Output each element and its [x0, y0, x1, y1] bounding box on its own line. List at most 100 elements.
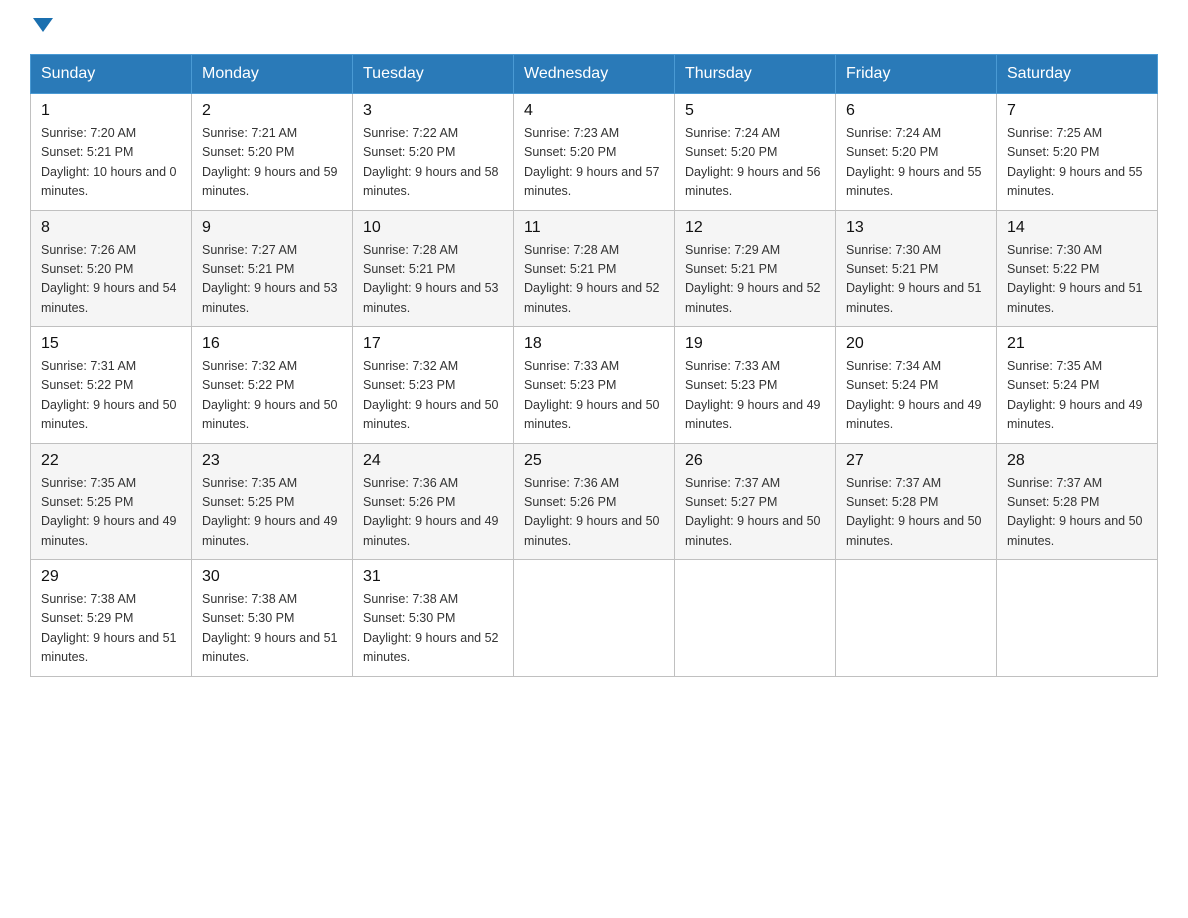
calendar-cell: 27 Sunrise: 7:37 AMSunset: 5:28 PMDayligh…	[836, 443, 997, 560]
day-number: 22	[41, 452, 181, 470]
day-info: Sunrise: 7:33 AMSunset: 5:23 PMDaylight:…	[685, 357, 825, 435]
calendar-cell	[514, 560, 675, 677]
calendar-cell: 24 Sunrise: 7:36 AMSunset: 5:26 PMDayligh…	[353, 443, 514, 560]
day-info: Sunrise: 7:21 AMSunset: 5:20 PMDaylight:…	[202, 124, 342, 202]
day-number: 12	[685, 219, 825, 237]
day-number: 6	[846, 102, 986, 120]
calendar-cell: 16 Sunrise: 7:32 AMSunset: 5:22 PMDayligh…	[192, 327, 353, 444]
day-info: Sunrise: 7:27 AMSunset: 5:21 PMDaylight:…	[202, 241, 342, 319]
day-info: Sunrise: 7:30 AMSunset: 5:21 PMDaylight:…	[846, 241, 986, 319]
day-info: Sunrise: 7:35 AMSunset: 5:25 PMDaylight:…	[202, 474, 342, 552]
column-header-tuesday: Tuesday	[353, 55, 514, 94]
page-header	[30, 20, 1158, 34]
calendar-cell: 3 Sunrise: 7:22 AMSunset: 5:20 PMDaylight…	[353, 94, 514, 211]
day-number: 1	[41, 102, 181, 120]
day-info: Sunrise: 7:35 AMSunset: 5:24 PMDaylight:…	[1007, 357, 1147, 435]
day-info: Sunrise: 7:33 AMSunset: 5:23 PMDaylight:…	[524, 357, 664, 435]
day-number: 29	[41, 568, 181, 586]
day-number: 19	[685, 335, 825, 353]
day-number: 5	[685, 102, 825, 120]
day-number: 25	[524, 452, 664, 470]
day-info: Sunrise: 7:34 AMSunset: 5:24 PMDaylight:…	[846, 357, 986, 435]
day-number: 27	[846, 452, 986, 470]
day-number: 24	[363, 452, 503, 470]
day-number: 21	[1007, 335, 1147, 353]
calendar-table: SundayMondayTuesdayWednesdayThursdayFrid…	[30, 54, 1158, 677]
day-info: Sunrise: 7:20 AMSunset: 5:21 PMDaylight:…	[41, 124, 181, 202]
calendar-week-row: 22 Sunrise: 7:35 AMSunset: 5:25 PMDayligh…	[31, 443, 1158, 560]
calendar-cell: 28Sunrise: 7:37 AMSunset: 5:28 PMDayligh…	[997, 443, 1158, 560]
day-info: Sunrise: 7:38 AMSunset: 5:30 PMDaylight:…	[202, 590, 342, 668]
day-number: 31	[363, 568, 503, 586]
calendar-cell: 12 Sunrise: 7:29 AMSunset: 5:21 PMDayligh…	[675, 210, 836, 327]
calendar-cell: 14 Sunrise: 7:30 AMSunset: 5:22 PMDayligh…	[997, 210, 1158, 327]
calendar-cell	[997, 560, 1158, 677]
calendar-week-row: 1 Sunrise: 7:20 AMSunset: 5:21 PMDaylight…	[31, 94, 1158, 211]
calendar-cell: 22 Sunrise: 7:35 AMSunset: 5:25 PMDayligh…	[31, 443, 192, 560]
calendar-cell: 5 Sunrise: 7:24 AMSunset: 5:20 PMDaylight…	[675, 94, 836, 211]
day-info: Sunrise: 7:38 AMSunset: 5:30 PMDaylight:…	[363, 590, 503, 668]
day-number: 8	[41, 219, 181, 237]
day-info: Sunrise: 7:23 AMSunset: 5:20 PMDaylight:…	[524, 124, 664, 202]
calendar-cell: 1 Sunrise: 7:20 AMSunset: 5:21 PMDaylight…	[31, 94, 192, 211]
day-number: 4	[524, 102, 664, 120]
calendar-cell: 23 Sunrise: 7:35 AMSunset: 5:25 PMDayligh…	[192, 443, 353, 560]
day-number: 17	[363, 335, 503, 353]
day-number: 14	[1007, 219, 1147, 237]
column-header-friday: Friday	[836, 55, 997, 94]
column-header-thursday: Thursday	[675, 55, 836, 94]
day-number: 28	[1007, 452, 1147, 470]
column-header-sunday: Sunday	[31, 55, 192, 94]
day-number: 7	[1007, 102, 1147, 120]
calendar-cell: 20Sunrise: 7:34 AMSunset: 5:24 PMDayligh…	[836, 327, 997, 444]
calendar-cell: 11 Sunrise: 7:28 AMSunset: 5:21 PMDayligh…	[514, 210, 675, 327]
day-number: 3	[363, 102, 503, 120]
calendar-cell: 19 Sunrise: 7:33 AMSunset: 5:23 PMDayligh…	[675, 327, 836, 444]
day-info: Sunrise: 7:37 AMSunset: 5:27 PMDaylight:…	[685, 474, 825, 552]
day-info: Sunrise: 7:24 AMSunset: 5:20 PMDaylight:…	[685, 124, 825, 202]
day-info: Sunrise: 7:28 AMSunset: 5:21 PMDaylight:…	[363, 241, 503, 319]
calendar-week-row: 15 Sunrise: 7:31 AMSunset: 5:22 PMDayligh…	[31, 327, 1158, 444]
calendar-cell	[836, 560, 997, 677]
calendar-cell: 31 Sunrise: 7:38 AMSunset: 5:30 PMDayligh…	[353, 560, 514, 677]
calendar-cell: 7Sunrise: 7:25 AMSunset: 5:20 PMDaylight…	[997, 94, 1158, 211]
day-info: Sunrise: 7:38 AMSunset: 5:29 PMDaylight:…	[41, 590, 181, 668]
day-number: 26	[685, 452, 825, 470]
calendar-cell: 18 Sunrise: 7:33 AMSunset: 5:23 PMDayligh…	[514, 327, 675, 444]
calendar-cell: 30Sunrise: 7:38 AMSunset: 5:30 PMDayligh…	[192, 560, 353, 677]
day-info: Sunrise: 7:32 AMSunset: 5:22 PMDaylight:…	[202, 357, 342, 435]
day-number: 23	[202, 452, 342, 470]
day-number: 15	[41, 335, 181, 353]
calendar-cell: 6 Sunrise: 7:24 AMSunset: 5:20 PMDaylight…	[836, 94, 997, 211]
logo-triangle-icon	[33, 18, 53, 32]
calendar-week-row: 8 Sunrise: 7:26 AMSunset: 5:20 PMDaylight…	[31, 210, 1158, 327]
day-number: 16	[202, 335, 342, 353]
day-info: Sunrise: 7:35 AMSunset: 5:25 PMDaylight:…	[41, 474, 181, 552]
calendar-cell: 25 Sunrise: 7:36 AMSunset: 5:26 PMDayligh…	[514, 443, 675, 560]
logo	[30, 20, 53, 34]
calendar-cell: 29 Sunrise: 7:38 AMSunset: 5:29 PMDayligh…	[31, 560, 192, 677]
day-number: 11	[524, 219, 664, 237]
calendar-cell: 15 Sunrise: 7:31 AMSunset: 5:22 PMDayligh…	[31, 327, 192, 444]
day-info: Sunrise: 7:37 AMSunset: 5:28 PMDaylight:…	[846, 474, 986, 552]
column-header-wednesday: Wednesday	[514, 55, 675, 94]
day-number: 18	[524, 335, 664, 353]
column-header-monday: Monday	[192, 55, 353, 94]
day-info: Sunrise: 7:29 AMSunset: 5:21 PMDaylight:…	[685, 241, 825, 319]
calendar-cell: 4 Sunrise: 7:23 AMSunset: 5:20 PMDaylight…	[514, 94, 675, 211]
day-info: Sunrise: 7:28 AMSunset: 5:21 PMDaylight:…	[524, 241, 664, 319]
calendar-cell: 26 Sunrise: 7:37 AMSunset: 5:27 PMDayligh…	[675, 443, 836, 560]
day-info: Sunrise: 7:26 AMSunset: 5:20 PMDaylight:…	[41, 241, 181, 319]
day-info: Sunrise: 7:36 AMSunset: 5:26 PMDaylight:…	[363, 474, 503, 552]
day-info: Sunrise: 7:30 AMSunset: 5:22 PMDaylight:…	[1007, 241, 1147, 319]
day-number: 10	[363, 219, 503, 237]
day-info: Sunrise: 7:24 AMSunset: 5:20 PMDaylight:…	[846, 124, 986, 202]
day-info: Sunrise: 7:22 AMSunset: 5:20 PMDaylight:…	[363, 124, 503, 202]
day-info: Sunrise: 7:31 AMSunset: 5:22 PMDaylight:…	[41, 357, 181, 435]
day-number: 9	[202, 219, 342, 237]
calendar-cell: 8 Sunrise: 7:26 AMSunset: 5:20 PMDaylight…	[31, 210, 192, 327]
calendar-header-row: SundayMondayTuesdayWednesdayThursdayFrid…	[31, 55, 1158, 94]
day-number: 2	[202, 102, 342, 120]
day-number: 13	[846, 219, 986, 237]
day-info: Sunrise: 7:36 AMSunset: 5:26 PMDaylight:…	[524, 474, 664, 552]
